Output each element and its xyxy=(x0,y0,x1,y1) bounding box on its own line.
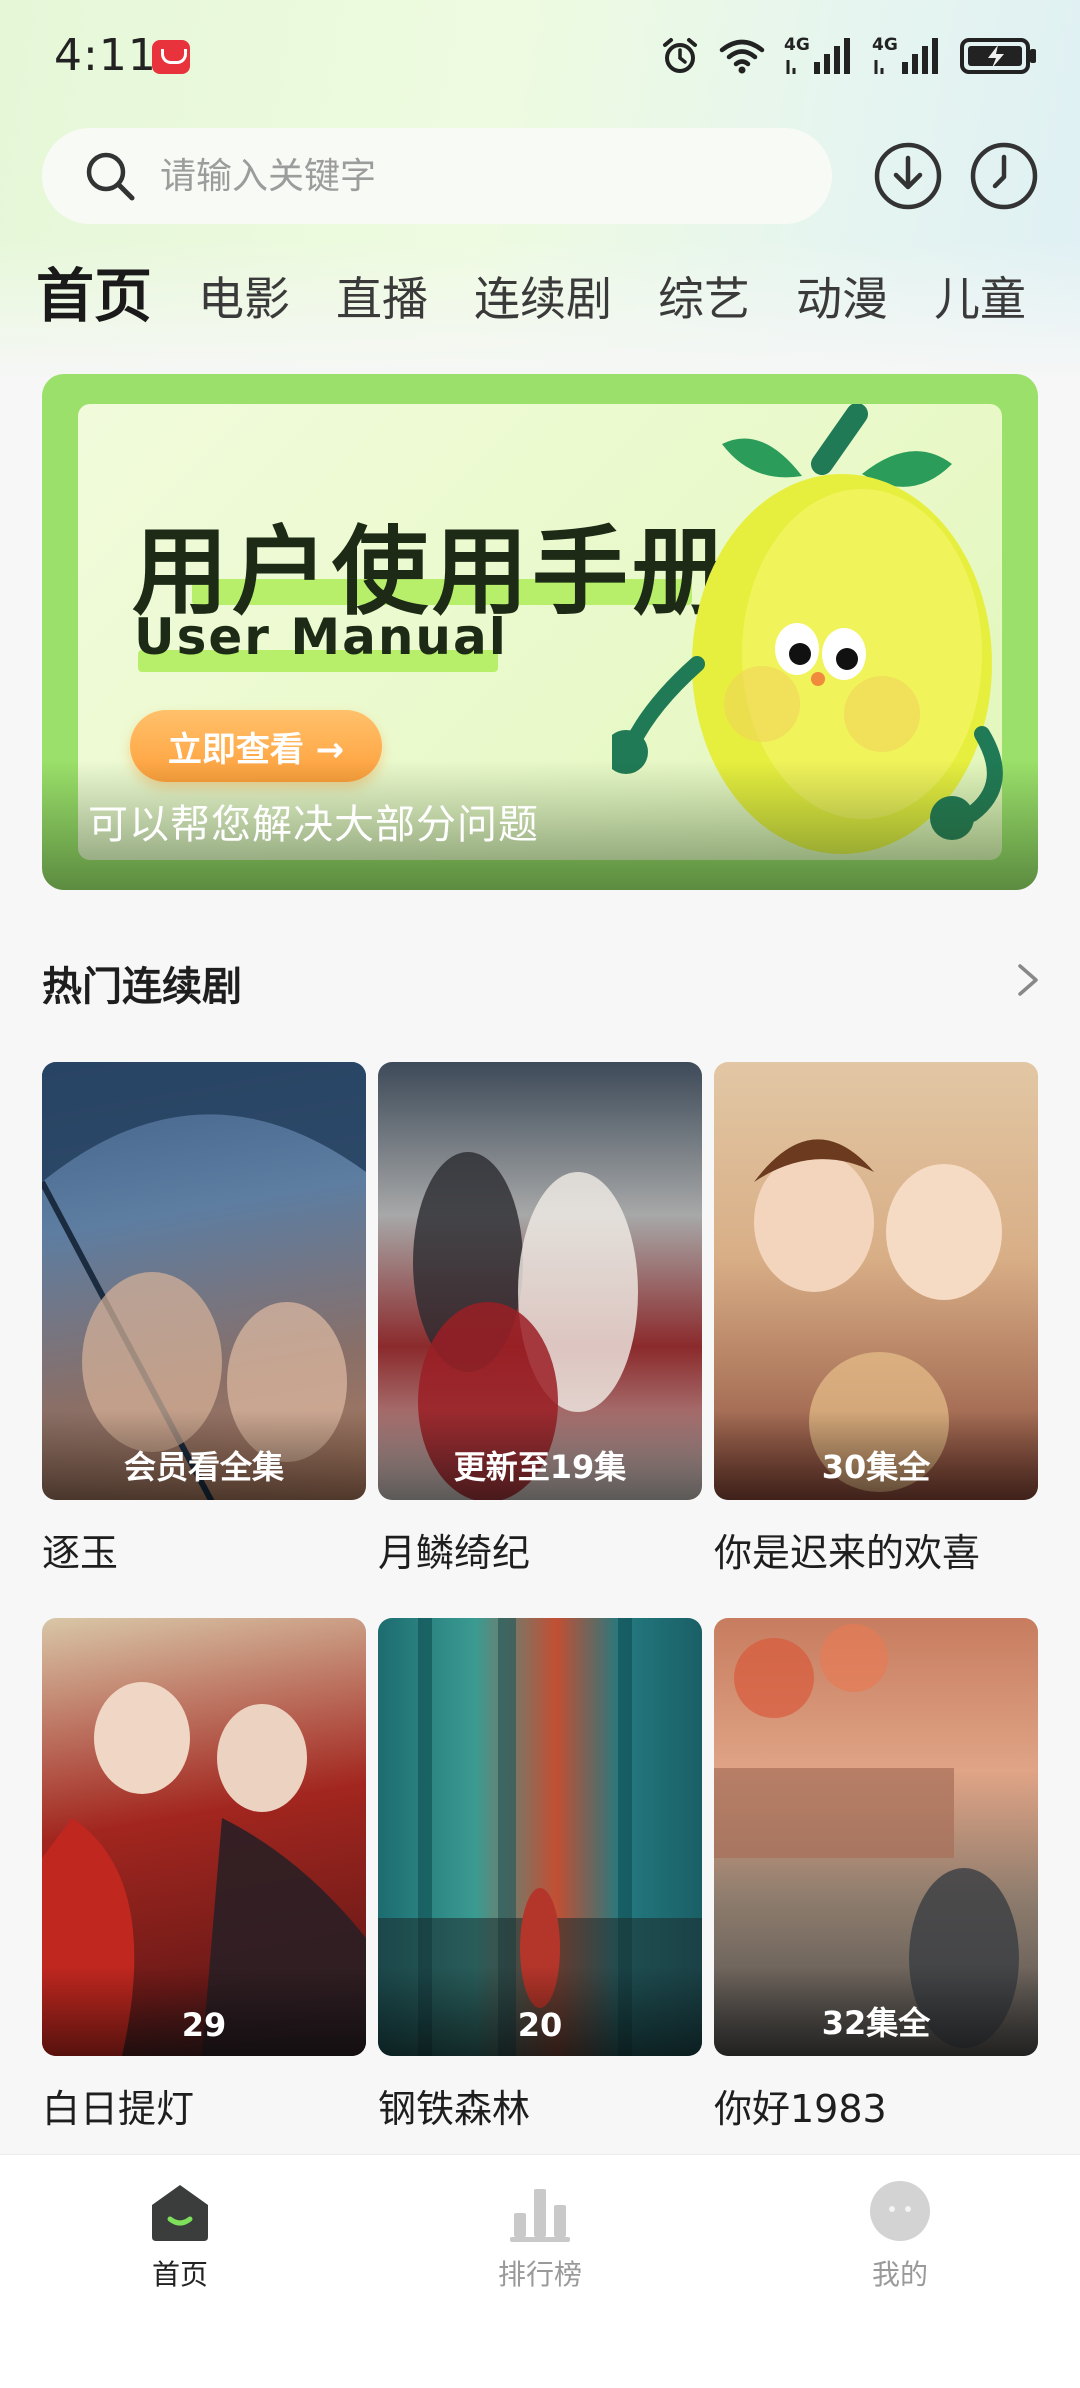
banner-caption: 可以帮您解决大部分问题 xyxy=(88,802,539,848)
drama-card[interactable]: 32集全 你好1983 xyxy=(714,1618,1038,2133)
drama-poster[interactable]: 会员看全集 xyxy=(42,1062,366,1500)
drama-card[interactable]: 20 钢铁森林 xyxy=(378,1618,702,2133)
profile-icon xyxy=(870,2181,930,2241)
cellular-signal-1-icon: 4G xyxy=(784,34,854,78)
alarm-icon xyxy=(660,36,700,76)
drama-card[interactable]: 29 白日提灯 xyxy=(42,1618,366,2133)
svg-text:4G: 4G xyxy=(872,35,898,55)
nav-home-label: 首页 xyxy=(151,2258,208,2291)
episode-badge: 会员看全集 xyxy=(123,1448,284,1486)
episode-badge: 更新至19集 xyxy=(453,1448,627,1486)
drama-poster[interactable]: 32集全 xyxy=(714,1618,1038,2056)
tab-home[interactable]: 首页 xyxy=(36,260,152,332)
drama-card[interactable]: 更新至19集 月鳞绮纪 xyxy=(378,1062,702,1577)
wifi-icon xyxy=(718,36,766,76)
status-icons: 4G 4G xyxy=(660,34,1038,78)
search-bar[interactable] xyxy=(42,128,832,224)
section-title: 热门连续剧 xyxy=(42,964,242,1010)
drama-title: 你是迟来的欢喜 xyxy=(714,1531,981,1575)
tab-movies[interactable]: 电影 xyxy=(198,266,290,332)
drama-poster[interactable]: 更新至19集 xyxy=(378,1062,702,1500)
app-notification-icon xyxy=(152,40,190,74)
drama-card[interactable]: 30集全 你是迟来的欢喜 xyxy=(714,1062,1038,1577)
drama-title: 月鳞绮纪 xyxy=(378,1531,531,1575)
episode-badge: 29 xyxy=(181,2006,227,2044)
promo-banner[interactable]: 用户使用手册 User Manual 立即查看 → 可以帮您解决大部分问题 xyxy=(42,374,1038,890)
drama-poster[interactable]: 29 xyxy=(42,1618,366,2056)
bottom-navigation: 首页 排行榜 我的 xyxy=(0,2154,1080,2388)
chevron-right-icon[interactable] xyxy=(1010,960,1046,1000)
episode-badge: 32集全 xyxy=(821,2004,931,2042)
nav-ranking-label: 排行榜 xyxy=(497,2258,582,2291)
episode-badge: 30集全 xyxy=(821,1448,931,1486)
tab-live[interactable]: 直播 xyxy=(336,266,428,332)
nav-profile-label: 我的 xyxy=(871,2258,928,2291)
status-bar: 4:11 4G 4G xyxy=(0,0,1080,115)
status-time: 4:11 xyxy=(54,30,157,81)
drama-title: 逐玉 xyxy=(42,1531,119,1575)
tab-kids[interactable]: 儿童 xyxy=(934,266,1026,332)
nav-profile[interactable]: 我的 xyxy=(800,2179,1000,2293)
banner-subtitle: User Manual xyxy=(134,608,508,666)
tab-series[interactable]: 连续剧 xyxy=(474,266,612,332)
cellular-signal-2-icon: 4G xyxy=(872,34,942,78)
drama-card[interactable]: 会员看全集 逐玉 xyxy=(42,1062,366,1577)
category-tabs: 首页 电影 直播 连续剧 综艺 动漫 儿童 xyxy=(36,258,1072,332)
drama-title: 钢铁森林 xyxy=(378,2087,531,2131)
search-input[interactable] xyxy=(160,155,760,197)
episode-badge: 20 xyxy=(517,2006,563,2044)
drama-title: 你好1983 xyxy=(714,2087,887,2131)
nav-home[interactable]: 首页 xyxy=(80,2179,280,2293)
drama-poster[interactable]: 30集全 xyxy=(714,1062,1038,1500)
history-icon[interactable] xyxy=(968,140,1040,212)
svg-text:4G: 4G xyxy=(784,35,810,55)
download-icon[interactable] xyxy=(872,140,944,212)
search-icon xyxy=(86,152,135,201)
battery-charging-icon xyxy=(960,36,1038,76)
drama-title: 白日提灯 xyxy=(42,2087,195,2131)
tab-anime[interactable]: 动漫 xyxy=(796,266,888,332)
tab-variety[interactable]: 综艺 xyxy=(658,266,750,332)
home-icon xyxy=(152,2185,208,2241)
drama-poster[interactable]: 20 xyxy=(378,1618,702,2056)
nav-ranking[interactable]: 排行榜 xyxy=(440,2179,640,2293)
ranking-icon xyxy=(510,2189,570,2242)
